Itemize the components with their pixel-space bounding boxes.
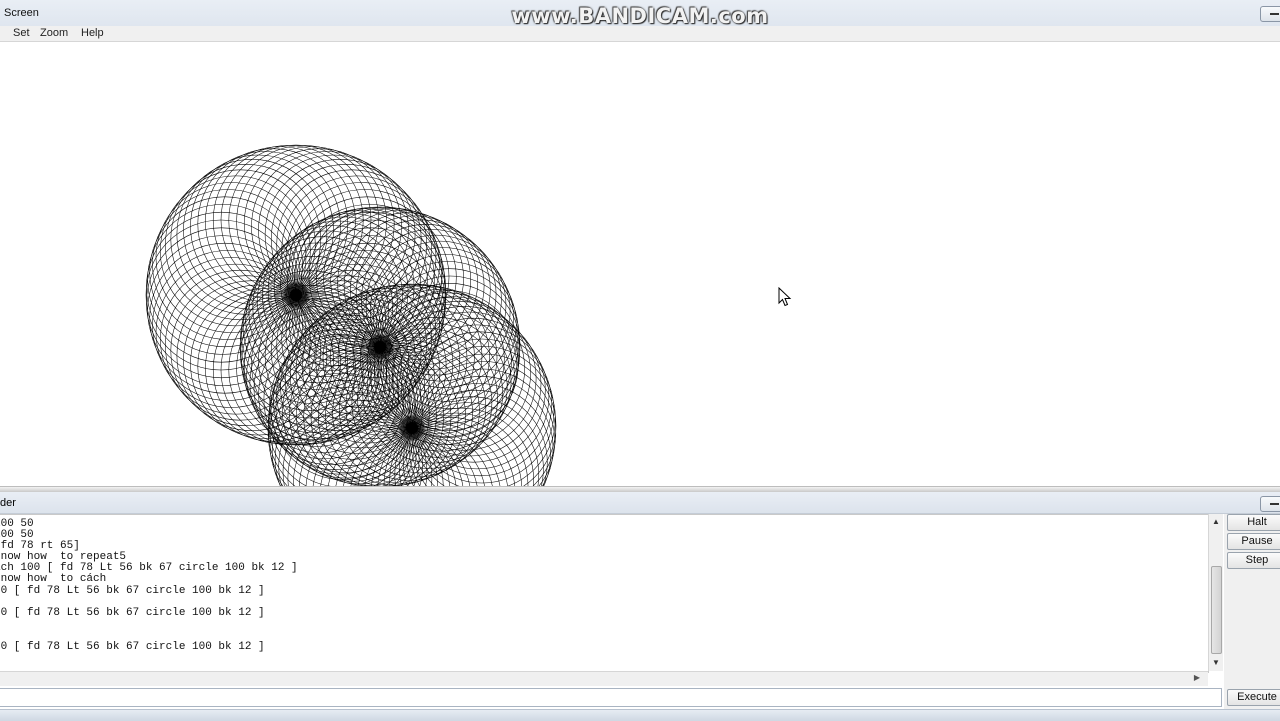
commander-title: der — [0, 497, 16, 509]
history-line: 00 [ fd 78 Lt 56 bk 67 circle 100 bk 12 … — [0, 585, 265, 597]
command-input[interactable] — [0, 688, 1222, 707]
menu-zoom[interactable]: Zoom — [40, 27, 68, 39]
status-bar — [0, 709, 1280, 721]
scroll-down-arrow-icon[interactable]: ▼ — [1212, 658, 1220, 667]
turtle-drawing — [145, 144, 557, 486]
step-button[interactable]: Step — [1227, 552, 1280, 569]
spirograph-center — [290, 289, 302, 301]
menu-bar: Set Zoom Help — [0, 26, 1280, 42]
history-horizontal-scrollbar[interactable]: ▶ — [0, 671, 1208, 686]
scroll-up-arrow-icon[interactable]: ▲ — [1212, 517, 1220, 526]
execute-button[interactable]: Execute — [1227, 689, 1280, 706]
history-line: 00 [ fd 78 Lt 56 bk 67 circle 100 bk 12 … — [0, 607, 265, 619]
bandicam-watermark: www.BANDICAM.com — [511, 4, 769, 28]
spirograph-circle-group — [145, 144, 447, 446]
command-history[interactable]: 100 50 100 50 [fd 78 rt 65] know how to … — [0, 514, 1209, 673]
commander-title-bar: der — [0, 492, 1280, 514]
minimize-button[interactable] — [1260, 6, 1280, 22]
menu-set[interactable]: Set — [13, 27, 30, 39]
spirograph-center — [406, 422, 418, 434]
scrollbar-thumb[interactable] — [1211, 566, 1222, 654]
history-line: know how to cách — [0, 573, 107, 585]
halt-button[interactable]: Halt — [1227, 514, 1280, 531]
history-line: 00 [ fd 78 Lt 56 bk 67 circle 100 bk 12 … — [0, 641, 265, 653]
history-vertical-scrollbar[interactable]: ▲ ▼ — [1208, 514, 1223, 671]
menu-help[interactable]: Help — [81, 27, 104, 39]
mouse-pointer-icon — [778, 287, 792, 307]
drawn-circle — [411, 353, 557, 486]
commander-minimize-button[interactable] — [1260, 496, 1280, 512]
pause-button[interactable]: Pause — [1227, 533, 1280, 550]
scroll-right-arrow-icon[interactable]: ▶ — [1194, 673, 1200, 682]
drawing-canvas[interactable] — [0, 42, 1280, 486]
window-title-bar: Screen www.BANDICAM.com — [0, 0, 1280, 28]
